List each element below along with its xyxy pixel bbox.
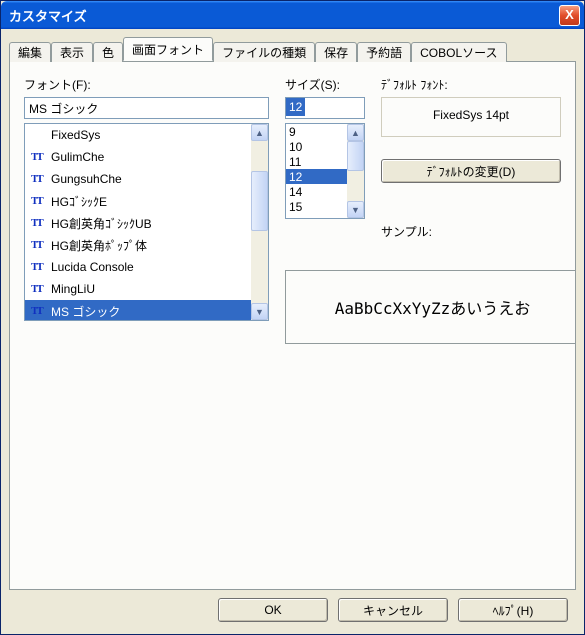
cancel-button[interactable]: キャンセル <box>338 598 448 622</box>
chevron-down-icon: ▼ <box>351 205 360 215</box>
scroll-up-button[interactable]: ▲ <box>251 124 268 141</box>
sample-label: サンプル: <box>381 223 561 240</box>
truetype-icon: TT <box>31 305 45 317</box>
size-scrollbar[interactable]: ▲ ▼ <box>347 124 364 218</box>
list-item[interactable]: 12 <box>286 169 347 184</box>
help-button[interactable]: ﾍﾙﾌﾟ(H) <box>458 598 568 622</box>
tab-file-types[interactable]: ファイルの種類 <box>213 42 315 62</box>
truetype-icon: TT <box>31 239 45 251</box>
size-listbox[interactable]: 9 10 11 12 14 15 ▲ ▼ <box>285 123 365 219</box>
size-input[interactable]: 12 <box>285 97 365 119</box>
dialog-window: カスタマイズ X 編集 表示 色 画面フォント ファイルの種類 保存 予約語 C… <box>0 0 585 635</box>
change-default-button[interactable]: ﾃﾞﾌｫﾙﾄの変更(D) <box>381 159 561 183</box>
list-item[interactable]: TTLucida Console <box>25 256 251 278</box>
list-item[interactable]: TTHG創英角ﾎﾟｯﾌﾟ体 <box>25 234 251 256</box>
list-item[interactable]: 15 <box>286 199 347 214</box>
truetype-icon: TT <box>31 173 45 185</box>
chevron-down-icon: ▼ <box>255 307 264 317</box>
list-item[interactable]: TTHG創英角ｺﾞｼｯｸUB <box>25 212 251 234</box>
truetype-icon: TT <box>31 195 45 207</box>
ok-button[interactable]: OK <box>218 598 328 622</box>
tab-view[interactable]: 表示 <box>51 42 93 62</box>
scroll-thumb[interactable] <box>251 171 268 231</box>
list-item[interactable]: TTFixedSys <box>25 124 251 146</box>
list-item[interactable]: 10 <box>286 139 347 154</box>
list-item[interactable]: TTMingLiU <box>25 278 251 300</box>
default-font-value: FixedSys 14pt <box>433 108 509 122</box>
tab-reserved-words[interactable]: 予約語 <box>357 42 411 62</box>
font-column: フォント(F): TTFixedSys TTGulimChe TTGungsuh… <box>24 76 269 321</box>
tab-strip: 編集 表示 色 画面フォント ファイルの種類 保存 予約語 COBOLソース <box>9 37 576 61</box>
default-font-box: FixedSys 14pt <box>381 97 561 137</box>
tab-cobol-source[interactable]: COBOLソース <box>411 42 506 62</box>
scroll-track[interactable] <box>347 141 364 201</box>
default-font-label: ﾃﾞﾌｫﾙﾄ ﾌｫﾝﾄ: <box>381 76 561 93</box>
list-item[interactable]: TTGulimChe <box>25 146 251 168</box>
scroll-down-button[interactable]: ▼ <box>251 303 268 320</box>
tab-screen-font[interactable]: 画面フォント <box>123 37 213 61</box>
titlebar[interactable]: カスタマイズ X <box>1 1 584 29</box>
truetype-icon: TT <box>31 261 45 273</box>
truetype-icon: TT <box>31 151 45 163</box>
scroll-thumb[interactable] <box>347 141 364 171</box>
chevron-up-icon: ▲ <box>351 128 360 138</box>
list-item[interactable]: TTGungsuhChe <box>25 168 251 190</box>
scroll-down-button[interactable]: ▼ <box>347 201 364 218</box>
font-scrollbar[interactable]: ▲ ▼ <box>251 124 268 320</box>
font-label: フォント(F): <box>24 76 269 93</box>
list-item[interactable]: TTMS ゴシック <box>25 300 251 320</box>
truetype-icon: TT <box>31 283 45 295</box>
dialog-button-row: OK キャンセル ﾍﾙﾌﾟ(H) <box>9 590 576 630</box>
client-area: 編集 表示 色 画面フォント ファイルの種類 保存 予約語 COBOLソース フ… <box>1 29 584 634</box>
list-item[interactable]: 11 <box>286 154 347 169</box>
close-icon: X <box>565 7 574 22</box>
font-listbox[interactable]: TTFixedSys TTGulimChe TTGungsuhChe TTHGｺ… <box>24 123 269 321</box>
sample-text: AaBbCcXxYyZzあいうえお <box>335 295 531 319</box>
tab-page-screen-font: フォント(F): TTFixedSys TTGulimChe TTGungsuh… <box>9 61 576 590</box>
scroll-up-button[interactable]: ▲ <box>347 124 364 141</box>
window-title: カスタマイズ <box>9 6 559 25</box>
tab-edit[interactable]: 編集 <box>9 42 51 62</box>
font-input[interactable] <box>24 97 269 119</box>
chevron-up-icon: ▲ <box>255 128 264 138</box>
list-item[interactable]: 9 <box>286 124 347 139</box>
tab-color[interactable]: 色 <box>93 42 123 62</box>
list-item[interactable]: 14 <box>286 184 347 199</box>
size-label: サイズ(S): <box>285 76 365 93</box>
sample-box: AaBbCcXxYyZzあいうえお <box>285 270 575 344</box>
list-item[interactable]: TTHGｺﾞｼｯｸE <box>25 190 251 212</box>
scroll-track[interactable] <box>251 141 268 303</box>
close-button[interactable]: X <box>559 5 580 26</box>
truetype-icon: TT <box>31 217 45 229</box>
tab-save[interactable]: 保存 <box>315 42 357 62</box>
